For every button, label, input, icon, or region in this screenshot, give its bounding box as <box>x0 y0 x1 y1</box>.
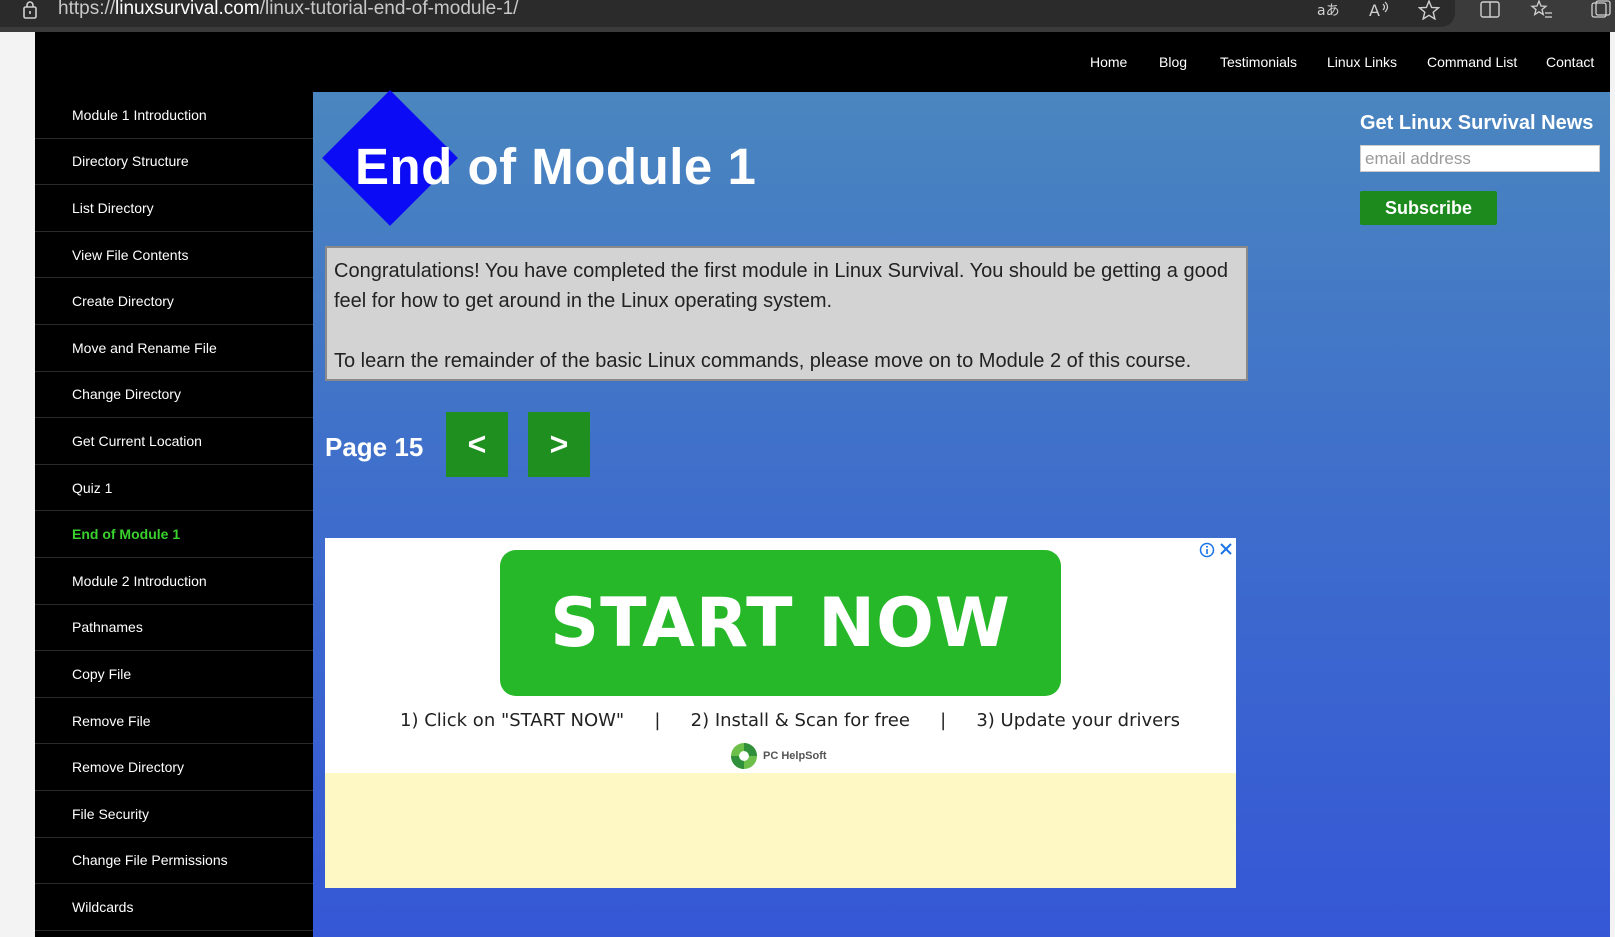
sidebar-item-remove-file[interactable]: Remove File <box>35 698 313 745</box>
sidebar-item-directory-structure[interactable]: Directory Structure <box>35 139 313 186</box>
ad-step-2: 2) Install & Scan for free <box>690 710 910 731</box>
ad-separator: | <box>654 710 661 731</box>
sidebar-lesson-list: Module 1 Introduction Directory Structur… <box>35 92 313 937</box>
favorites-icon[interactable] <box>1530 0 1554 22</box>
page-gutter-left <box>0 32 35 937</box>
sidebar-item-end-of-module-1[interactable]: End of Module 1 <box>35 511 313 558</box>
read-aloud-icon[interactable]: A <box>1367 0 1391 22</box>
lesson-message-box: Congratulations! You have completed the … <box>325 246 1248 381</box>
address-bar[interactable]: https://linuxsurvival.com/linux-tutorial… <box>0 0 1455 27</box>
sidebar-item-create-directory[interactable]: Create Directory <box>35 278 313 325</box>
ad-brand-name: PC HelpSoft <box>763 750 827 762</box>
sidebar-item-move-and-rename-file[interactable]: Move and Rename File <box>35 325 313 372</box>
ad-brand-logo: PC HelpSoft <box>729 741 827 771</box>
sidebar-item-file-security[interactable]: File Security <box>35 791 313 838</box>
svg-text:A: A <box>1369 1 1380 20</box>
top-navigation: Home Blog Testimonials Linux Links Comma… <box>35 32 1610 92</box>
sidebar-item-module-2-introduction[interactable]: Module 2 Introduction <box>35 558 313 605</box>
translate-icon[interactable]: aあ <box>1316 0 1340 22</box>
nav-linux-links[interactable]: Linux Links <box>1327 54 1397 70</box>
sidebar-item-module-1-introduction[interactable]: Module 1 Introduction <box>35 92 313 139</box>
advertisement-banner[interactable]: START NOW 1) Click on "START NOW" | 2) I… <box>325 538 1236 888</box>
newsletter-subscribe-button[interactable]: Subscribe <box>1360 191 1497 225</box>
sidebar-item-wildcards[interactable]: Wildcards <box>35 884 313 931</box>
next-page-button[interactable]: > <box>528 412 590 477</box>
main-content: End of Module 1 Congratulations! You hav… <box>313 90 1610 937</box>
previous-page-button[interactable]: < <box>446 412 508 477</box>
sidebar-item-list-directory[interactable]: List Directory <box>35 185 313 232</box>
ad-start-now-button[interactable]: START NOW <box>500 550 1061 696</box>
ad-steps-text: 1) Click on "START NOW" | 2) Install & S… <box>400 710 1180 731</box>
ad-step-3: 3) Update your drivers <box>976 710 1180 731</box>
sidebar-item-remove-directory[interactable]: Remove Directory <box>35 744 313 791</box>
favorite-star-icon[interactable] <box>1417 0 1441 22</box>
url-prefix: https:// <box>58 0 116 19</box>
nav-testimonials[interactable]: Testimonials <box>1220 54 1297 70</box>
sidebar-item-pathnames[interactable]: Pathnames <box>35 605 313 652</box>
nav-contact[interactable]: Contact <box>1546 54 1594 70</box>
nav-blog[interactable]: Blog <box>1159 54 1187 70</box>
next-module-text: To learn the remainder of the basic Linu… <box>334 350 1192 372</box>
nav-command-list[interactable]: Command List <box>1427 54 1517 70</box>
sidebar-item-view-file-contents[interactable]: View File Contents <box>35 232 313 279</box>
ad-bottom-panel <box>325 773 1236 888</box>
page-title: End of Module 1 <box>355 138 757 195</box>
url-text[interactable]: https://linuxsurvival.com/linux-tutorial… <box>58 0 518 20</box>
sidebar-item-change-file-permissions[interactable]: Change File Permissions <box>35 838 313 885</box>
url-host: linuxsurvival.com <box>115 0 260 19</box>
page-gutter-right <box>1610 32 1615 937</box>
svg-text:aあ: aあ <box>1317 3 1340 19</box>
sidebar-item-copy-file[interactable]: Copy File <box>35 651 313 698</box>
pc-helpsoft-logo-icon <box>731 743 757 769</box>
split-screen-icon[interactable] <box>1478 0 1502 22</box>
ad-step-1: 1) Click on "START NOW" <box>400 710 625 731</box>
congratulations-text: Congratulations! You have completed the … <box>334 260 1228 312</box>
url-path: /linux-tutorial-end-of-module-1/ <box>259 0 519 19</box>
sidebar-item-get-current-location[interactable]: Get Current Location <box>35 418 313 465</box>
ad-separator: | <box>940 710 947 731</box>
sidebar-item-change-directory[interactable]: Change Directory <box>35 372 313 419</box>
page-number-label: Page 15 <box>325 432 424 462</box>
collections-icon[interactable] <box>1590 0 1614 22</box>
sidebar-item-quiz-1[interactable]: Quiz 1 <box>35 465 313 512</box>
ad-info-icon[interactable] <box>1199 542 1215 558</box>
ad-close-icon[interactable] <box>1218 541 1234 557</box>
newsletter-email-input[interactable] <box>1360 145 1600 172</box>
browser-toolbar: https://linuxsurvival.com/linux-tutorial… <box>0 0 1615 32</box>
lock-icon[interactable] <box>20 0 40 20</box>
newsletter-title: Get Linux Survival News <box>1360 112 1594 134</box>
nav-home[interactable]: Home <box>1090 54 1127 70</box>
